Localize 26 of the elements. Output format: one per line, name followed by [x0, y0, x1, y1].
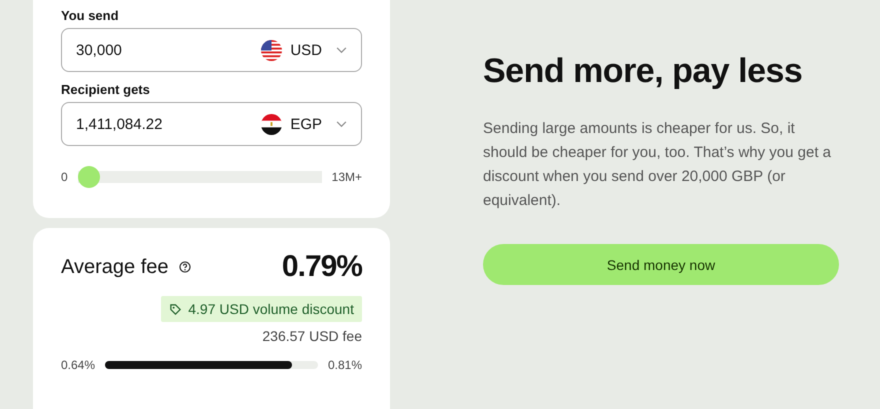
fee-rate: 0.79%: [282, 250, 362, 284]
currency-code[interactable]: EGP: [290, 116, 322, 132]
chevron-down-icon[interactable]: [336, 46, 347, 54]
amount-value: 1,411,084.22: [76, 116, 164, 132]
slider-max-label: 13M+: [332, 170, 362, 184]
chevron-down-icon[interactable]: [336, 120, 347, 128]
fee-title: Average fee: [61, 256, 168, 278]
tag-icon: [169, 302, 182, 316]
currency-code[interactable]: USD: [290, 42, 322, 58]
slider-thumb[interactable]: [78, 166, 100, 188]
discount-text: 4.97 USD volume discount: [188, 301, 354, 317]
amount-value: 30,000: [76, 42, 123, 58]
amount-field[interactable]: 30,000 USD: [61, 28, 362, 72]
fee-amount: 236.57 USD fee: [261, 328, 362, 344]
promo-heading: Send more, pay less: [483, 52, 804, 91]
slider-min-label: 0: [61, 170, 68, 184]
field-label: Recipient gets: [61, 82, 151, 97]
amount-field[interactable]: 1,411,084.22 EGP: [61, 102, 362, 146]
promo-text: Sending large amounts is cheaper for us. So, it should be cheaper for you, too. That’s why you get a discount when you send over 20,000 GBP (or equivalent).: [483, 119, 832, 211]
field-label: You send: [61, 8, 120, 23]
range-max-label: 0.81%: [328, 358, 362, 372]
help-icon[interactable]: [178, 261, 190, 273]
range-min-label: 0.64%: [61, 358, 96, 372]
send-money-button[interactable]: Send money now: [483, 244, 839, 285]
us-flag-icon: [261, 40, 282, 60]
egypt-flag-icon: [261, 114, 282, 134]
